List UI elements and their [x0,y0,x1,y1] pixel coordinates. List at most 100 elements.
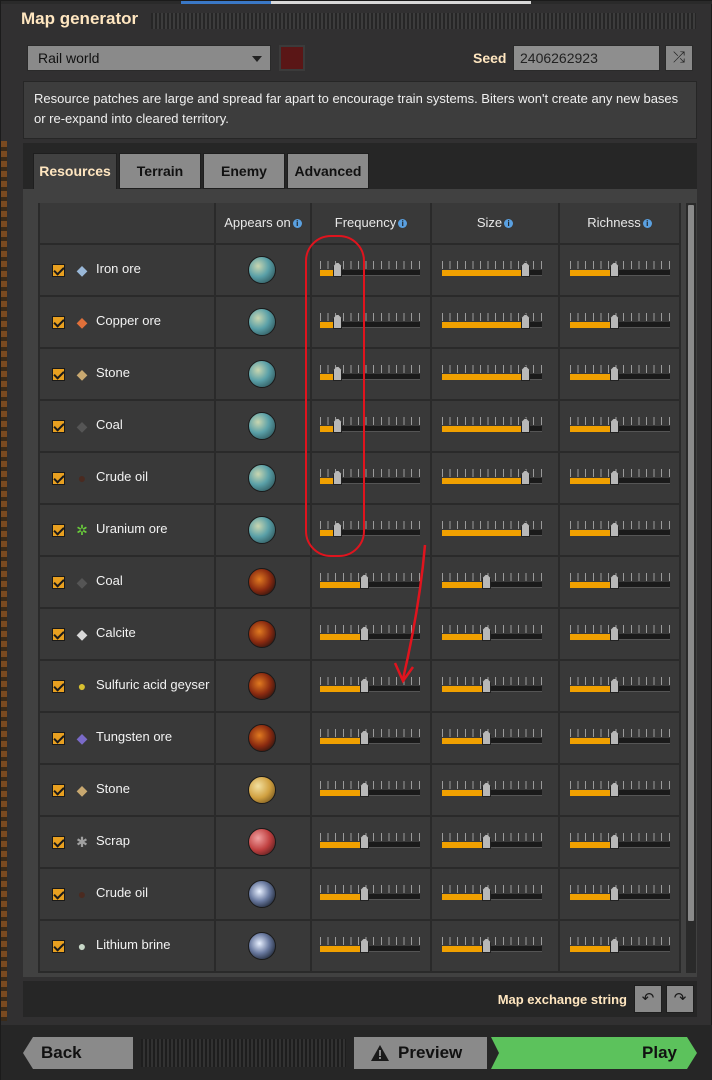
size-slider[interactable] [442,935,542,955]
frequency-slider[interactable] [320,935,420,955]
size-slider[interactable] [442,883,542,903]
info-icon[interactable]: i [398,219,408,229]
frequency-slider[interactable] [320,727,420,747]
resource-enabled-checkbox[interactable] [52,680,65,693]
cell-resource: ● Sulfuric acid geyser [40,661,214,711]
resource-name: Stone [96,365,130,380]
resource-enabled-checkbox[interactable] [52,368,65,381]
randomize-seed-button[interactable]: ⤮ [665,45,693,71]
resource-enabled-checkbox[interactable] [52,420,65,433]
resource-enabled-checkbox[interactable] [52,524,65,537]
resource-enabled-checkbox[interactable] [52,472,65,485]
cell-size [432,869,558,919]
resource-enabled-checkbox[interactable] [52,940,65,953]
cell-richness [560,349,679,399]
export-exchange-button[interactable]: ↷ [666,985,694,1013]
richness-slider[interactable] [570,831,670,851]
slider-fill [570,582,614,588]
size-slider[interactable] [442,519,542,539]
size-slider[interactable] [442,363,542,383]
bottom-drag-handle[interactable] [141,1039,346,1067]
slider-fill [570,894,614,900]
resource-enabled-checkbox[interactable] [52,576,65,589]
preset-dropdown[interactable]: Rail world [27,45,271,71]
richness-slider[interactable] [570,571,670,591]
slider-fill [570,322,614,328]
table-scrollbar[interactable] [686,203,696,973]
slider-ticks [570,729,670,737]
frequency-slider[interactable] [320,883,420,903]
slider-ticks [570,677,670,685]
cell-resource: ◆ Coal [40,557,214,607]
cell-resource: ◆ Copper ore [40,297,214,347]
richness-slider[interactable] [570,467,670,487]
richness-slider[interactable] [570,623,670,643]
table-row: ✱ Scrap [38,817,681,867]
richness-slider[interactable] [570,727,670,747]
size-slider[interactable] [442,311,542,331]
tab-enemy[interactable]: Enemy [203,153,285,189]
map-exchange-label: Map exchange string [497,992,627,1007]
richness-slider[interactable] [570,935,670,955]
cell-richness [560,765,679,815]
tab-resources[interactable]: Resources [33,153,117,191]
scrollbar-thumb[interactable] [688,205,694,921]
header-richness-label: Richness [587,215,641,230]
info-icon[interactable]: i [642,219,652,229]
cell-planet [216,297,310,347]
slider-fill [442,894,486,900]
preset-color-button[interactable] [279,45,305,71]
richness-slider[interactable] [570,311,670,331]
back-button[interactable]: Back [23,1037,133,1069]
richness-slider[interactable] [570,883,670,903]
resource-enabled-checkbox[interactable] [52,316,65,329]
slider-ticks [442,885,542,893]
resource-enabled-checkbox[interactable] [52,628,65,641]
size-slider[interactable] [442,675,542,695]
import-exchange-button[interactable]: ↶ [634,985,662,1013]
tab-terrain[interactable]: Terrain [119,153,201,189]
size-slider[interactable] [442,259,542,279]
richness-slider[interactable] [570,519,670,539]
preview-button[interactable]: Preview [354,1037,487,1069]
richness-slider[interactable] [570,363,670,383]
cell-planet [216,765,310,815]
resource-enabled-checkbox[interactable] [52,264,65,277]
slider-ticks [442,677,542,685]
size-slider[interactable] [442,467,542,487]
cell-resource: ● Crude oil [40,453,214,503]
slider-ticks [442,833,542,841]
seed-input[interactable]: 2406262923 [513,45,660,71]
info-icon[interactable]: i [292,219,302,229]
resource-enabled-checkbox[interactable] [52,888,65,901]
resource-enabled-checkbox[interactable] [52,836,65,849]
frequency-slider[interactable] [320,779,420,799]
richness-slider[interactable] [570,415,670,435]
slider-ticks [570,833,670,841]
resource-enabled-checkbox[interactable] [52,784,65,797]
resource-enabled-checkbox[interactable] [52,732,65,745]
title-drag-handle[interactable] [151,13,696,29]
slider-ticks [570,625,670,633]
info-icon[interactable]: i [504,219,514,229]
cell-size [432,661,558,711]
richness-slider[interactable] [570,779,670,799]
slider-ticks [442,729,542,737]
cell-richness [560,609,679,659]
play-button[interactable]: Play [491,1037,697,1069]
richness-slider[interactable] [570,675,670,695]
cell-planet [216,401,310,451]
size-slider[interactable] [442,623,542,643]
tab-advanced[interactable]: Advanced [287,153,369,189]
frequency-slider[interactable] [320,831,420,851]
size-slider[interactable] [442,727,542,747]
cell-size [432,713,558,763]
slider-ticks [570,261,670,269]
richness-slider[interactable] [570,259,670,279]
cell-size [432,921,558,971]
size-slider[interactable] [442,779,542,799]
size-slider[interactable] [442,415,542,435]
size-slider[interactable] [442,831,542,851]
cell-planet [216,713,310,763]
size-slider[interactable] [442,571,542,591]
